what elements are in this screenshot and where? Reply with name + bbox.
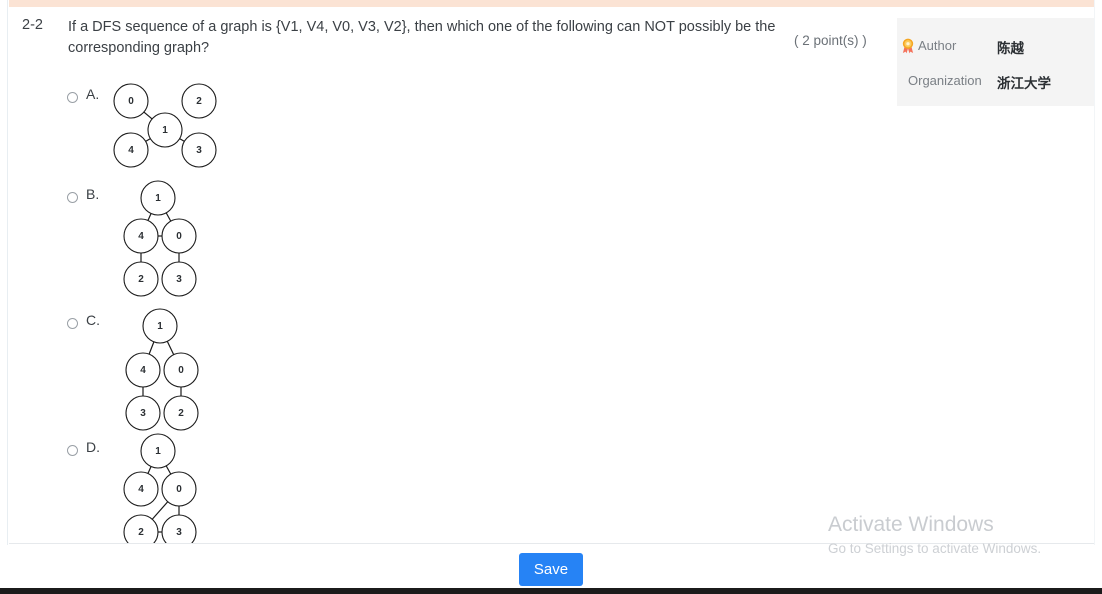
graph-node-label-2: 2 bbox=[178, 408, 184, 419]
graph-node-label-3: 3 bbox=[140, 408, 146, 419]
graph-node-label-4: 4 bbox=[138, 231, 144, 242]
graph-node-label-0: 0 bbox=[178, 365, 184, 376]
question-points: ( 2 point(s) ) bbox=[794, 33, 867, 48]
page-left-border bbox=[7, 0, 8, 545]
graph-node-label-2: 2 bbox=[138, 527, 144, 538]
option-letter: B. bbox=[86, 186, 100, 202]
option-letter: D. bbox=[86, 439, 100, 455]
bottom-screen-bar bbox=[0, 588, 1102, 594]
author-label: Author bbox=[918, 38, 957, 53]
author-label-row: Author bbox=[902, 38, 957, 54]
option-graph-wrapper: 1 4 0 2 3 bbox=[105, 180, 200, 300]
option-radio-c[interactable] bbox=[67, 318, 78, 329]
graph-node-label-3: 3 bbox=[176, 274, 182, 285]
option-letter: A. bbox=[86, 86, 100, 102]
page-right-border bbox=[1094, 0, 1095, 545]
top-notification-strip bbox=[9, 0, 1094, 7]
graph-edge-1-3 bbox=[179, 138, 185, 142]
question-text: If a DFS sequence of a graph is {V1, V4,… bbox=[68, 19, 776, 56]
graph-node-label-0: 0 bbox=[128, 96, 134, 107]
graph-node-label-3: 3 bbox=[176, 527, 182, 538]
graph-diagram-d: 1 4 0 2 3 bbox=[123, 433, 197, 543]
organization-label: Organization bbox=[908, 73, 982, 88]
medal-icon bbox=[902, 38, 914, 54]
question-number: 2-2 bbox=[22, 17, 43, 33]
graph-diagram-c: 1 4 0 3 2 bbox=[125, 308, 199, 431]
graph-diagram-a: 0 2 1 4 3 bbox=[113, 83, 217, 168]
graph-node-label-1: 1 bbox=[157, 321, 163, 332]
graph-node-label-1: 1 bbox=[162, 125, 168, 136]
graph-edge-1-0 bbox=[166, 341, 175, 355]
graph-edge-1-0 bbox=[165, 465, 172, 475]
graph-node-label-4: 4 bbox=[128, 145, 134, 156]
graph-node-label-2: 2 bbox=[138, 274, 144, 285]
author-info-panel: Author 陈越 Organization 浙江大学 bbox=[897, 18, 1094, 106]
question-content-area: 2-2 If a DFS sequence of a graph is {V1,… bbox=[9, 7, 1094, 543]
save-button[interactable]: Save bbox=[519, 553, 583, 586]
graph-edge-1-4 bbox=[147, 213, 152, 221]
organization-value: 浙江大学 bbox=[997, 76, 1051, 91]
graph-edge-1-4 bbox=[147, 466, 152, 474]
option-graph-wrapper: 0 2 1 4 3 bbox=[109, 82, 220, 171]
option-radio-a[interactable] bbox=[67, 92, 78, 103]
graph-edge-1-4 bbox=[145, 138, 151, 142]
option-graph-wrapper: 1 4 0 2 3 bbox=[105, 433, 200, 543]
option-letter: C. bbox=[86, 312, 100, 328]
graph-node-label-2: 2 bbox=[196, 96, 202, 107]
graph-edge-1-4 bbox=[148, 341, 155, 355]
graph-node-label-3: 3 bbox=[196, 145, 202, 156]
graph-node-label-0: 0 bbox=[176, 231, 182, 242]
graph-edge-0-1 bbox=[143, 111, 153, 120]
author-value: 陈越 bbox=[997, 41, 1024, 56]
option-graph-wrapper: 1 4 0 3 2 bbox=[106, 308, 202, 434]
graph-edge-1-0 bbox=[165, 212, 172, 222]
graph-diagram-b: 1 4 0 2 3 bbox=[123, 180, 197, 297]
quiz-page: 2-2 If a DFS sequence of a graph is {V1,… bbox=[0, 0, 1102, 594]
graph-node-label-4: 4 bbox=[140, 365, 146, 376]
option-radio-d[interactable] bbox=[67, 445, 78, 456]
graph-node-label-1: 1 bbox=[155, 193, 161, 204]
graph-edge-0-2 bbox=[151, 501, 169, 520]
option-radio-b[interactable] bbox=[67, 192, 78, 203]
graph-node-label-4: 4 bbox=[138, 484, 144, 495]
graph-node-label-1: 1 bbox=[155, 446, 161, 457]
graph-node-label-0: 0 bbox=[176, 484, 182, 495]
footer-bar: Save bbox=[9, 544, 1094, 588]
